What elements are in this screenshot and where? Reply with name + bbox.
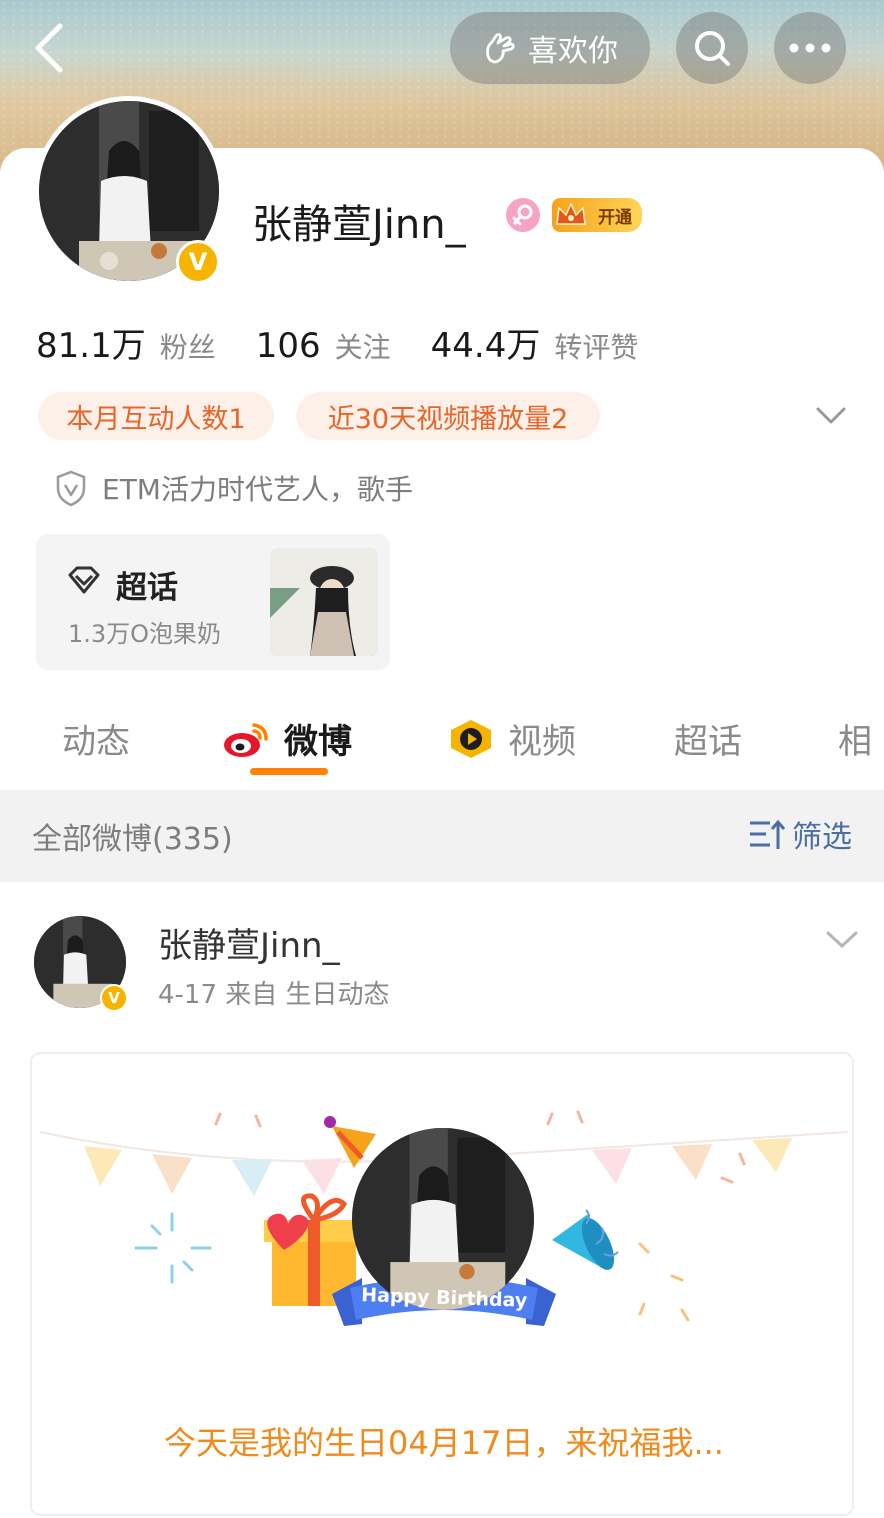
profile-name: 张静萱Jinn_ <box>252 202 466 248</box>
super-topic-thumbnail <box>270 548 378 656</box>
filter-label: 筛选 <box>792 820 852 855</box>
super-topic-card[interactable]: 超话 1.3万O泡果奶 <box>36 534 390 670</box>
tab-video-label: 视频 <box>508 722 576 762</box>
search-icon <box>695 31 730 66</box>
chevron-down-icon <box>816 407 846 424</box>
crown-icon <box>556 202 586 225</box>
tab-video[interactable]: 视频 <box>446 714 576 763</box>
female-gender-icon <box>506 198 540 232</box>
certification-row: ETM活力时代艺人，歌手 <box>54 468 413 508</box>
post-verified-badge: V <box>100 984 128 1012</box>
filter-icon <box>750 819 786 849</box>
chevron-down-icon <box>826 931 858 948</box>
tab-photos[interactable]: 相 <box>838 714 872 763</box>
followers-label[interactable]: 粉丝 <box>160 326 216 366</box>
tab-weibo-label: 微博 <box>284 722 352 762</box>
tab-super-topic-label: 超话 <box>674 722 742 762</box>
verified-badge: V <box>176 240 220 284</box>
tab-photos-label: 相 <box>838 722 872 762</box>
profile-stats: 81.1万 粉丝 106 关注 44.4万 转评赞 <box>36 318 678 366</box>
engagement-label: 转评赞 <box>554 331 639 364</box>
weibo-logo-icon <box>224 722 268 757</box>
video-views-tag[interactable]: 近30天视频播放量2 <box>296 392 600 440</box>
expand-profile-button[interactable] <box>814 400 848 430</box>
tab-dynamics-label: 动态 <box>62 722 130 762</box>
birthday-card[interactable]: Happy Birthday 今天是我的生日04月17日，来祝福我... <box>30 1052 854 1516</box>
certification-text: ETM活力时代艺人，歌手 <box>102 473 413 506</box>
more-button[interactable] <box>774 12 846 84</box>
birthday-message: 今天是我的生日04月17日，来祝福我... <box>164 1424 724 1462</box>
vip-open-button[interactable]: 开通 <box>552 198 642 232</box>
tab-super-topic[interactable]: 超话 <box>674 714 742 763</box>
back-button[interactable] <box>26 20 76 76</box>
monthly-interaction-tag[interactable]: 本月互动人数1 <box>38 392 274 440</box>
filter-button[interactable]: 筛选 <box>748 812 852 856</box>
super-topic-title: 超话 <box>116 570 178 606</box>
post-menu-button[interactable] <box>824 924 860 954</box>
post-meta: 4-17 来自 生日动态 <box>158 980 390 1010</box>
engagement-count: 44.4万 <box>430 326 541 366</box>
thumbnail-photo <box>270 548 378 656</box>
diamond-icon <box>68 566 100 594</box>
happy-birthday-label: Happy Birthday <box>361 1284 528 1312</box>
following-count[interactable]: 106 <box>256 326 321 366</box>
vip-open-label: 开通 <box>598 207 632 228</box>
more-dots-icon <box>789 43 831 53</box>
all-posts-count: 全部微博(335) <box>32 822 233 857</box>
like-you-button[interactable]: 喜欢你 <box>450 12 650 84</box>
filter-bar: 全部微博(335) 筛选 <box>0 790 884 882</box>
female-symbol <box>512 204 533 226</box>
tab-weibo[interactable]: 微博 <box>222 714 352 763</box>
post-author-name[interactable]: 张静萱Jinn_ <box>158 918 340 967</box>
super-topic-subtitle: 1.3万O泡果奶 <box>68 620 222 648</box>
shield-verified-icon <box>56 470 86 507</box>
video-play-icon <box>451 719 491 758</box>
active-tab-indicator <box>250 768 328 775</box>
hand-heart-icon <box>486 33 515 64</box>
tab-dynamics[interactable]: 动态 <box>62 714 130 763</box>
profile-tabs: 动态 微博 视频 超话 相 <box>0 708 884 788</box>
happy-birthday-ribbon: Happy Birthday <box>361 1284 528 1312</box>
like-you-label: 喜欢你 <box>528 34 618 69</box>
followers-count[interactable]: 81.1万 <box>36 318 146 367</box>
following-label[interactable]: 关注 <box>335 326 391 366</box>
chevron-left-icon <box>35 23 63 73</box>
search-button[interactable] <box>676 12 748 84</box>
